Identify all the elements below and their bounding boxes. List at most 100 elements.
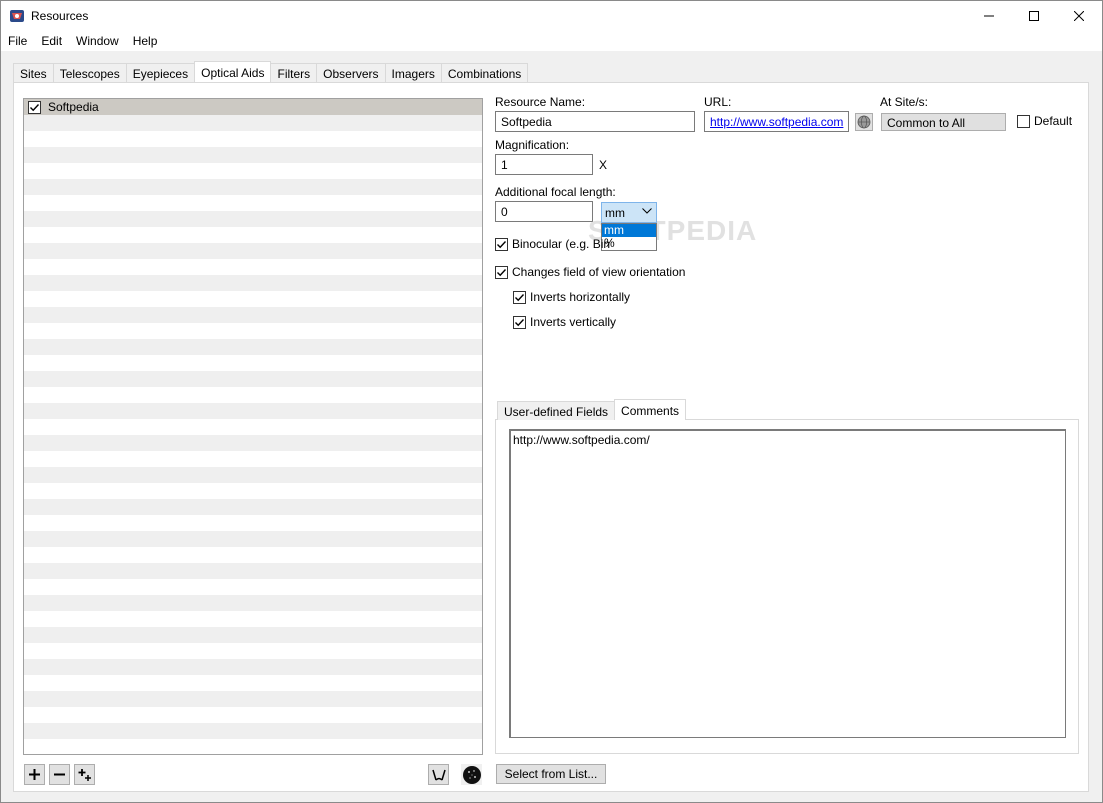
list-row[interactable]	[24, 211, 482, 227]
binocular-row[interactable]: Binocular (e.g. Bin	[495, 237, 610, 251]
list-row[interactable]	[24, 243, 482, 259]
resource-name-input[interactable]: Softpedia	[495, 111, 695, 132]
tab-optical-aids[interactable]: Optical Aids	[194, 61, 272, 82]
menu-bar: File Edit Window Help	[1, 31, 1102, 51]
tab-user-defined-fields[interactable]: User-defined Fields	[497, 401, 616, 420]
list-row[interactable]	[24, 659, 482, 675]
binocular-checkbox[interactable]	[495, 237, 508, 251]
duplicate-button[interactable]	[74, 764, 95, 785]
tab-sites[interactable]: Sites	[13, 63, 54, 82]
list-row[interactable]	[24, 707, 482, 723]
list-row[interactable]	[24, 339, 482, 355]
list-row[interactable]	[24, 451, 482, 467]
inverts-horizontally-checkbox[interactable]	[513, 290, 526, 304]
list-row[interactable]	[24, 563, 482, 579]
checkmark-icon	[497, 240, 507, 248]
optical-aids-list[interactable]: Softpedia	[23, 98, 483, 755]
list-row[interactable]	[24, 131, 482, 147]
list-row[interactable]	[24, 275, 482, 291]
list-row[interactable]	[24, 723, 482, 739]
list-row[interactable]	[24, 259, 482, 275]
select-from-list-button[interactable]: Select from List...	[496, 764, 606, 784]
comments-textarea[interactable]: http://www.softpedia.com/	[509, 429, 1066, 738]
list-row[interactable]	[24, 579, 482, 595]
magnification-label: Magnification:	[495, 138, 570, 152]
list-row[interactable]	[24, 515, 482, 531]
url-input[interactable]: http://www.softpedia.com	[704, 111, 849, 132]
remove-button[interactable]	[49, 764, 70, 785]
changes-fov-row[interactable]: Changes field of view orientation	[495, 265, 685, 279]
binoculars-icon	[431, 769, 446, 781]
close-button[interactable]	[1056, 1, 1102, 31]
inverts-vertically-row[interactable]: Inverts vertically	[513, 315, 616, 329]
url-link[interactable]: http://www.softpedia.com	[710, 115, 843, 129]
binocular-label: Binocular (e.g. Bin	[512, 237, 611, 251]
sky-button[interactable]	[461, 764, 482, 785]
binoculars-button[interactable]	[428, 764, 449, 785]
app-icon	[10, 10, 24, 22]
list-row[interactable]	[24, 227, 482, 243]
list-row[interactable]	[24, 387, 482, 403]
tab-combinations[interactable]: Combinations	[440, 63, 529, 82]
inverts-horizontally-row[interactable]: Inverts horizontally	[513, 290, 630, 304]
list-row[interactable]	[24, 483, 482, 499]
inverts-vertically-checkbox[interactable]	[513, 315, 526, 329]
tab-telescopes[interactable]: Telescopes	[52, 63, 127, 82]
option-percent[interactable]: %	[602, 237, 656, 250]
tab-comments[interactable]: Comments	[614, 399, 687, 420]
plus-icon	[29, 769, 40, 780]
list-row[interactable]	[24, 419, 482, 435]
list-row[interactable]	[24, 691, 482, 707]
list-row[interactable]	[24, 739, 482, 754]
list-row[interactable]	[24, 355, 482, 371]
default-checkbox[interactable]	[1017, 114, 1030, 128]
list-row[interactable]	[24, 499, 482, 515]
menu-help[interactable]: Help	[126, 31, 165, 51]
detail-tabs: User-defined Fields Comments	[497, 399, 687, 420]
add-button[interactable]	[24, 764, 45, 785]
focal-unit-select[interactable]: mm	[601, 202, 657, 223]
list-row[interactable]	[24, 147, 482, 163]
maximize-icon	[1029, 11, 1039, 21]
magnification-input[interactable]: 1	[495, 154, 593, 175]
url-label: URL:	[704, 95, 732, 109]
list-row[interactable]	[24, 547, 482, 563]
window-title: Resources	[31, 9, 89, 23]
list-row[interactable]	[24, 595, 482, 611]
list-row[interactable]	[24, 195, 482, 211]
menu-edit[interactable]: Edit	[34, 31, 69, 51]
focal-length-input[interactable]: 0	[495, 201, 593, 222]
changes-fov-checkbox[interactable]	[495, 265, 508, 279]
list-row[interactable]	[24, 611, 482, 627]
default-checkbox-row[interactable]: Default	[1017, 114, 1072, 128]
at-sites-field: Common to All	[881, 113, 1006, 131]
list-row[interactable]	[24, 435, 482, 451]
maximize-button[interactable]	[1011, 1, 1057, 31]
checkmark-icon	[30, 103, 40, 111]
list-rows	[24, 99, 482, 754]
list-item[interactable]: Softpedia	[24, 99, 482, 115]
menu-window[interactable]: Window	[69, 31, 126, 51]
list-row[interactable]	[24, 371, 482, 387]
list-row[interactable]	[24, 115, 482, 131]
minimize-button[interactable]	[966, 1, 1012, 31]
globe-icon[interactable]	[855, 113, 873, 131]
list-row[interactable]	[24, 627, 482, 643]
list-row[interactable]	[24, 403, 482, 419]
tab-eyepieces[interactable]: Eyepieces	[125, 63, 196, 82]
list-row[interactable]	[24, 163, 482, 179]
menu-file[interactable]: File	[1, 31, 34, 51]
list-row[interactable]	[24, 643, 482, 659]
tab-observers[interactable]: Observers	[316, 63, 386, 82]
list-row[interactable]	[24, 467, 482, 483]
list-item-checkbox[interactable]	[28, 100, 41, 114]
list-row[interactable]	[24, 291, 482, 307]
tab-imagers[interactable]: Imagers	[384, 63, 442, 82]
list-row[interactable]	[24, 307, 482, 323]
list-row[interactable]	[24, 531, 482, 547]
tab-filters[interactable]: Filters	[270, 63, 318, 82]
changes-fov-label: Changes field of view orientation	[512, 265, 686, 279]
list-row[interactable]	[24, 179, 482, 195]
list-row[interactable]	[24, 675, 482, 691]
list-row[interactable]	[24, 323, 482, 339]
